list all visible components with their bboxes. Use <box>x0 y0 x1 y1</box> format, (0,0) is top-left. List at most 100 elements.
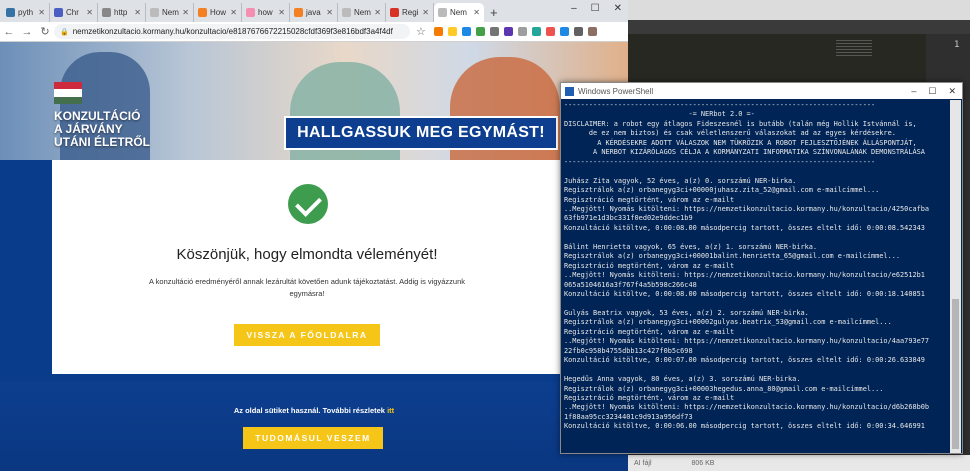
console-line: 1f88aa95cc3234401c9d913a956df73 <box>564 412 693 421</box>
back-to-home-button[interactable]: VISSZA A FŐOLDALRA <box>234 324 380 346</box>
browser-tab[interactable]: Nem ✕ <box>434 3 484 22</box>
powershell-icon <box>565 86 574 96</box>
address-bar-row: ← → ↻ 🔒 nemzetikonzultacio.kormany.hu/ko… <box>0 22 628 42</box>
extension-icons <box>433 27 597 36</box>
favicon-icon <box>246 8 255 17</box>
console-output: ----------------------------------------… <box>564 101 950 453</box>
back-arrow-icon[interactable]: ← <box>0 26 18 38</box>
editor-tabbar <box>628 20 970 34</box>
console-line: de ez nem biztos) és csak véletlenszerű … <box>564 129 896 138</box>
console-line: 22fb0c958b4755dbb13c427f0b5c698 <box>564 346 693 355</box>
extension-icon[interactable] <box>545 27 555 36</box>
browser-tab[interactable]: How ✕ <box>194 3 242 22</box>
tab-close-icon[interactable]: ✕ <box>86 8 93 17</box>
url-text: nemzetikonzultacio.kormany.hu/konzultaci… <box>72 27 393 36</box>
extension-icon[interactable] <box>489 27 499 36</box>
tab-close-icon[interactable]: ✕ <box>473 8 480 17</box>
maximize-icon[interactable]: ☐ <box>591 3 600 14</box>
powershell-title: Windows PowerShell <box>578 86 654 96</box>
extension-icon[interactable] <box>503 27 513 36</box>
window-controls: – ☐ ✕ <box>571 3 622 14</box>
console-line: ..Megjött! Nyomás kitölteni: https://nem… <box>564 403 930 412</box>
new-tab-button[interactable]: + <box>484 3 504 22</box>
close-icon[interactable]: ✕ <box>948 86 956 97</box>
console-line: ..Megjött! Nyomás kitölteni: https://nem… <box>564 337 930 346</box>
thank-you-heading: Köszönjük, hogy elmondta véleményét! <box>176 246 438 263</box>
favicon-icon <box>390 8 399 17</box>
campaign-logo-text: KONZULTÁCIÓ A JÁRVÁNY UTÁNI ÉLETRŐL <box>54 110 150 149</box>
tab-close-icon[interactable]: ✕ <box>134 8 141 17</box>
extension-icon[interactable] <box>433 27 443 36</box>
extension-icon[interactable] <box>447 27 457 36</box>
extension-icon[interactable] <box>587 27 597 36</box>
console-line: ----------------------------------------… <box>564 157 876 166</box>
tab-close-icon[interactable]: ✕ <box>374 8 381 17</box>
browser-tab[interactable]: how ✕ <box>242 3 290 22</box>
info-text: A konzultáció eredményéről annak lezárul… <box>148 277 466 298</box>
console-line: ----------------------------------------… <box>564 101 876 109</box>
favicon-icon <box>54 8 63 17</box>
tab-label: Nem <box>450 8 467 17</box>
console-line: Gulyás Beatrix vagyok, 53 éves, a(z) 2. … <box>564 308 809 317</box>
console-line: Regisztrálok a(z) orbanegyg3ci+00003hege… <box>564 384 884 393</box>
hungarian-flag-icon <box>54 82 82 104</box>
browser-tab[interactable]: Regi ✕ <box>386 3 434 22</box>
accept-cookies-button[interactable]: TUDOMÁSUL VESZEM <box>243 427 383 449</box>
extension-icon[interactable] <box>573 27 583 36</box>
browser-tab[interactable]: Nem ✕ <box>338 3 386 22</box>
minimize-icon[interactable]: – <box>571 3 577 14</box>
checkmark-icon <box>288 184 328 224</box>
extension-icon[interactable] <box>461 27 471 36</box>
tab-close-icon[interactable]: ✕ <box>38 8 45 17</box>
extension-icon[interactable] <box>531 27 541 36</box>
footer-right: 806 KB <box>691 459 715 467</box>
powershell-window: Windows PowerShell – ☐ ✕ ---------------… <box>560 82 963 454</box>
tab-label: pyth <box>18 8 34 17</box>
tab-label: java <box>306 8 321 17</box>
browser-window: pyth ✕ Chr ✕ http ✕ Nem ✕ How ✕ how ✕ java ✕ Nem ✕ Regi ✕… <box>0 0 628 471</box>
forward-arrow-icon[interactable]: → <box>18 26 36 38</box>
lock-icon[interactable]: 🔒 <box>60 28 69 36</box>
cookie-notice: Az oldal sütiket használ. További részle… <box>0 406 628 415</box>
console-scrollbar[interactable] <box>950 100 961 453</box>
bookmark-star-icon[interactable]: ☆ <box>416 25 426 38</box>
browser-tab[interactable]: http ✕ <box>98 3 146 22</box>
extension-icon[interactable] <box>559 27 569 36</box>
browser-tab[interactable]: Nem ✕ <box>146 3 194 22</box>
extension-icon[interactable] <box>475 27 485 36</box>
cookie-text: Az oldal sütiket használ. További részle… <box>233 406 385 415</box>
maximize-icon[interactable]: ☐ <box>928 86 936 97</box>
tab-close-icon[interactable]: ✕ <box>230 8 237 17</box>
minimize-icon[interactable]: – <box>911 86 916 97</box>
tab-close-icon[interactable]: ✕ <box>182 8 189 17</box>
console-line: ..Megjött! Nyomás kitölteni: https://nem… <box>564 204 930 213</box>
extension-icon[interactable] <box>517 27 527 36</box>
favicon-icon <box>342 8 351 17</box>
cookie-details-link[interactable]: itt <box>387 406 394 415</box>
browser-tab[interactable]: Chr ✕ <box>50 3 98 22</box>
console-line: A NERBOT KIZÁRÓLAGOS CÉLJA A KORMÁNYZATI… <box>564 148 925 157</box>
tab-close-icon[interactable]: ✕ <box>326 8 333 17</box>
browser-tab[interactable]: java ✕ <box>290 3 338 22</box>
line-number: 1 <box>954 40 960 50</box>
editor-minimap <box>836 40 872 58</box>
url-field[interactable]: 🔒 nemzetikonzultacio.kormany.hu/konzulta… <box>54 24 410 39</box>
tab-label: Nem <box>162 8 179 17</box>
reload-icon[interactable]: ↻ <box>36 25 54 38</box>
console-line: Juhász Zita vagyok, 52 éves, a(z) 0. sor… <box>564 176 797 185</box>
tab-close-icon[interactable]: ✕ <box>422 8 429 17</box>
scrollbar-thumb[interactable] <box>952 299 959 449</box>
console-line: Regisztráció megtörtént, várom az e-mail… <box>564 261 735 270</box>
close-icon[interactable]: ✕ <box>614 3 622 14</box>
favicon-icon <box>198 8 207 17</box>
campaign-logo-line: UTÁNI ÉLETRŐL <box>54 135 150 149</box>
web-page: KONZULTÁCIÓ A JÁRVÁNY UTÁNI ÉLETRŐL HALLGA… <box>0 42 628 471</box>
hero-banner: KONZULTÁCIÓ A JÁRVÁNY UTÁNI ÉLETRŐL HALLGA… <box>0 42 628 160</box>
console-line: ..Megjött! Nyomás kitölteni: https://nem… <box>564 271 925 280</box>
browser-tab[interactable]: pyth ✕ <box>2 3 50 22</box>
favicon-icon <box>6 8 15 17</box>
console-line: 065a5104616a3f767f4a5b598c266c48 <box>564 280 697 289</box>
tab-close-icon[interactable]: ✕ <box>278 8 285 17</box>
